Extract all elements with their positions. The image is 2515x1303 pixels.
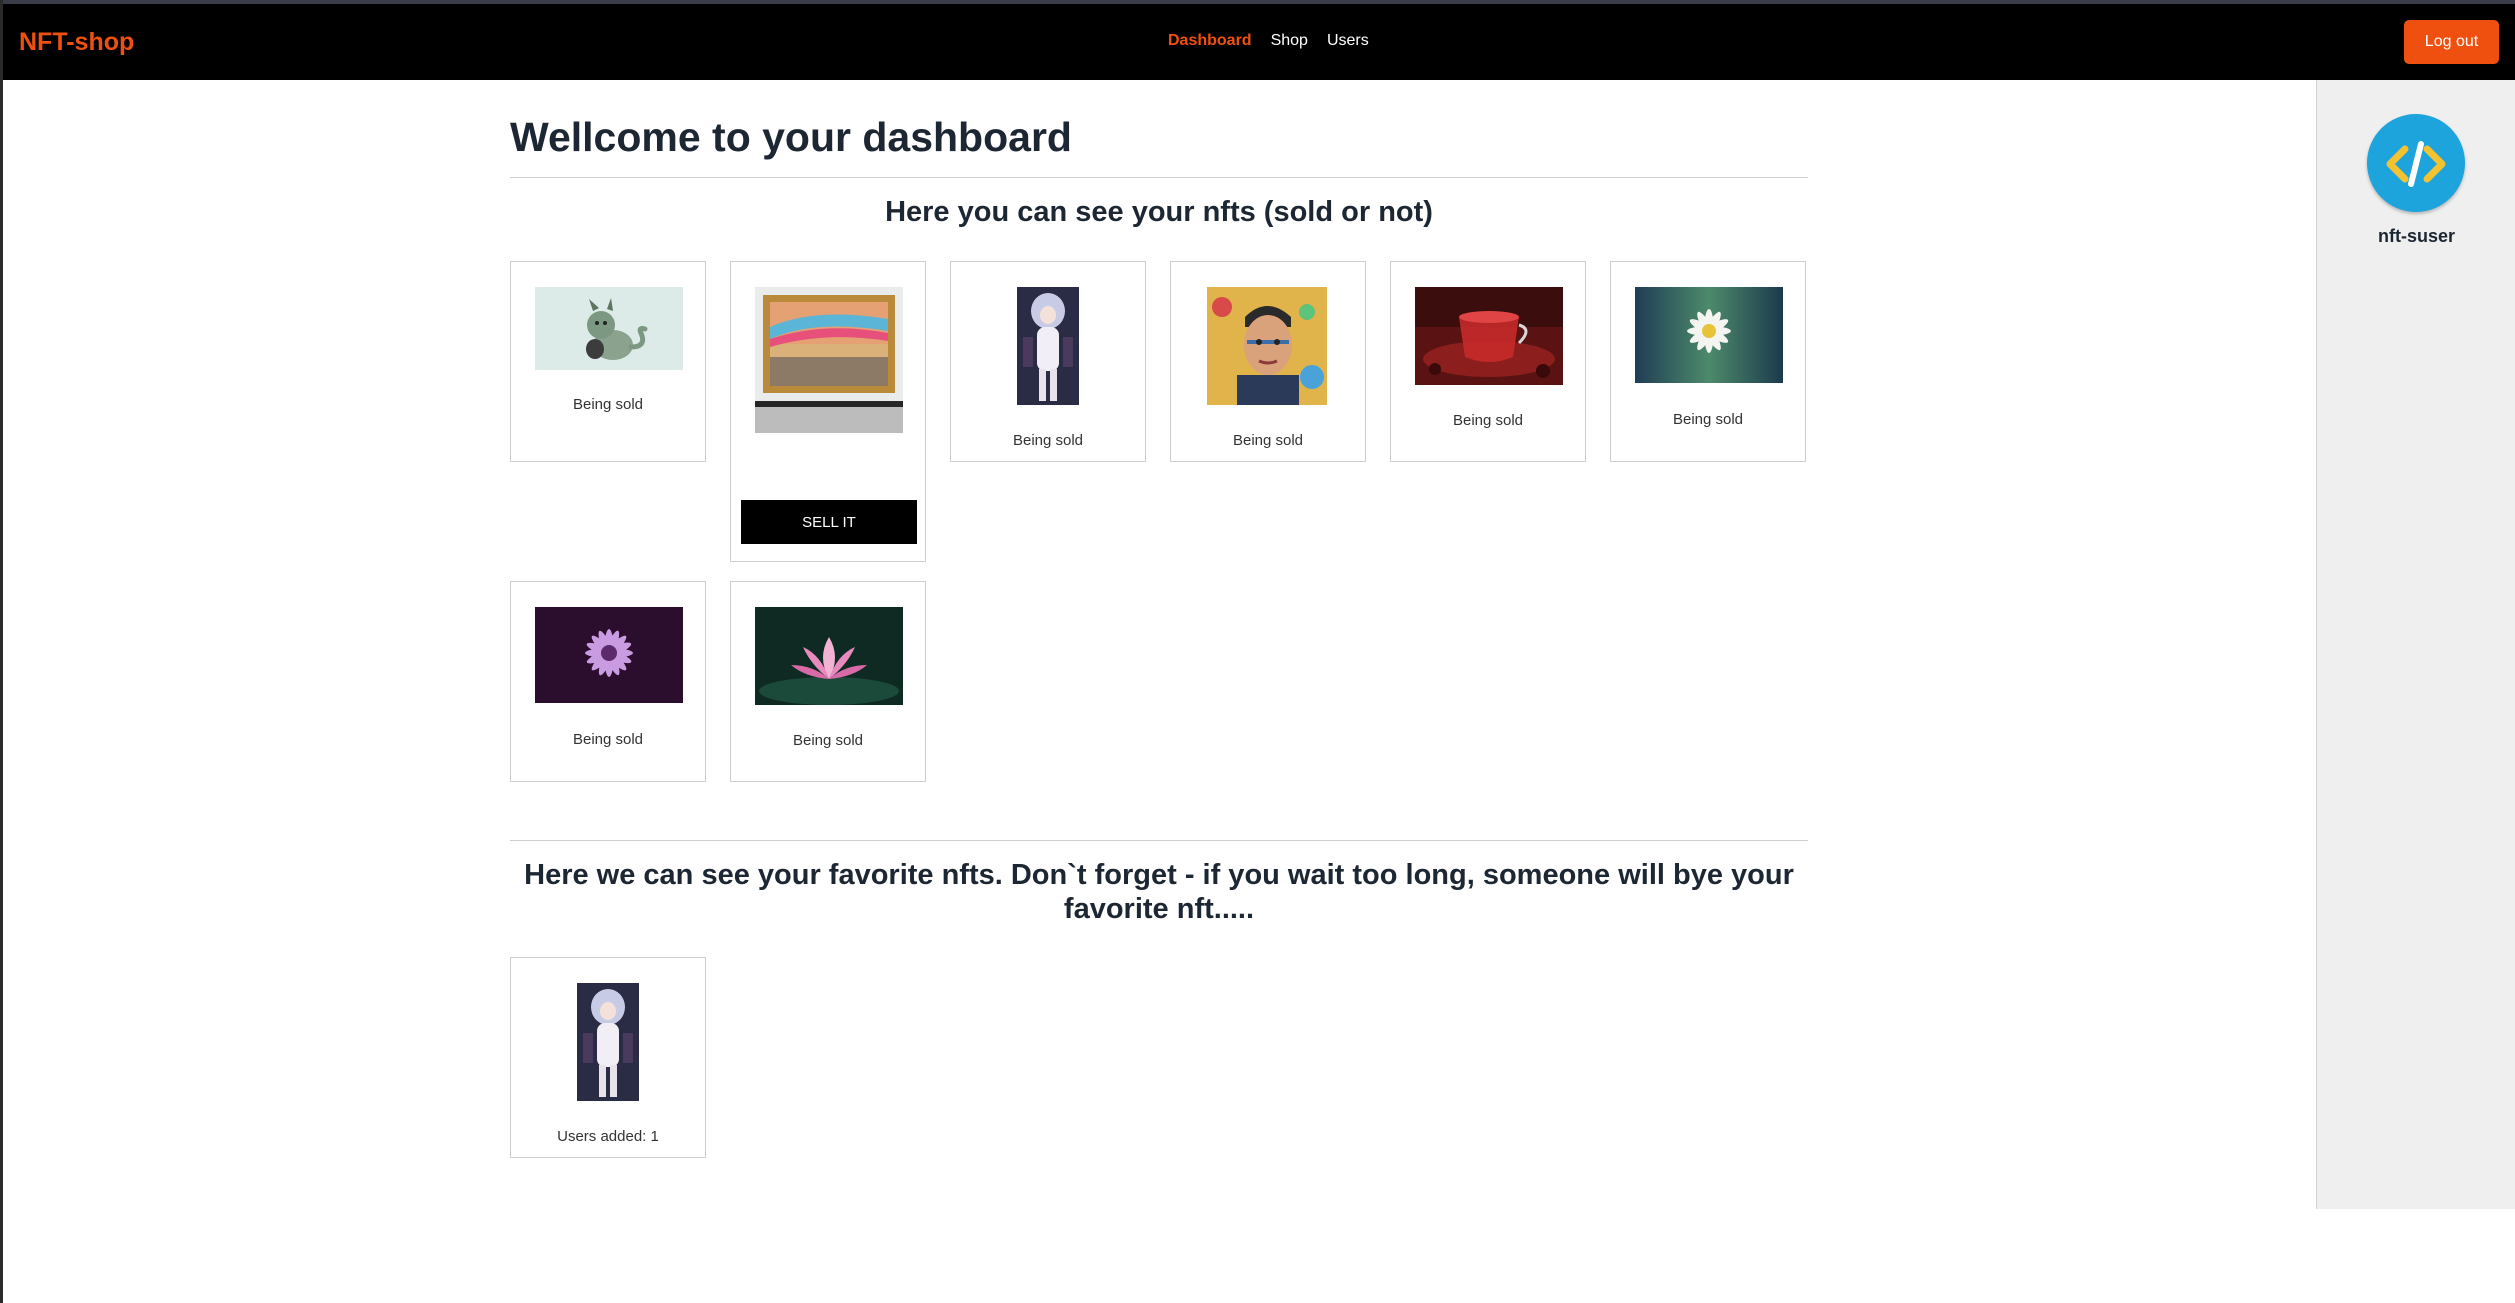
- logout-button[interactable]: Log out: [2404, 20, 2499, 64]
- nft-image-purple-daisy: [535, 607, 683, 703]
- nav-dashboard[interactable]: Dashboard: [1168, 32, 1252, 50]
- nft-status: Being sold: [572, 731, 644, 748]
- nft-card[interactable]: Being sold: [510, 581, 706, 782]
- nft-card[interactable]: Being sold: [1170, 261, 1366, 462]
- nft-image-anime-character: [1017, 287, 1079, 405]
- nft-status: Being sold: [572, 396, 644, 413]
- nft-image-pop-art-portrait: [1207, 287, 1327, 405]
- nft-image-white-daisy: [1635, 287, 1783, 383]
- nft-status: Being sold: [1452, 412, 1524, 429]
- window-left-edge: [0, 0, 3, 1303]
- nft-card[interactable]: Being sold: [730, 581, 926, 782]
- nav-users[interactable]: Users: [1327, 32, 1369, 50]
- nft-image-cat-dragon: [535, 287, 683, 370]
- avatar[interactable]: [2367, 114, 2465, 212]
- nft-card[interactable]: Being sold: [950, 261, 1146, 462]
- favorite-users-added: Users added: 1: [557, 1128, 659, 1145]
- nft-card[interactable]: Being sold: [1390, 261, 1586, 462]
- code-brackets-icon: [2386, 141, 2446, 187]
- nft-card[interactable]: SELL IT: [730, 261, 926, 562]
- nav-shop[interactable]: Shop: [1271, 32, 1308, 50]
- sell-it-button[interactable]: SELL IT: [741, 500, 917, 544]
- navbar: NFT-shop Dashboard Shop Users Log out: [3, 4, 2515, 80]
- nft-status: Being sold: [1232, 432, 1304, 449]
- favorite-nft-card[interactable]: Users added: 1: [510, 957, 706, 1158]
- favorites-section-title: Here we can see your favorite nfts. Don`…: [524, 859, 1794, 925]
- nft-image-pink-lotus: [755, 607, 903, 705]
- owned-section-title: Here you can see your nfts (sold or not): [885, 196, 1433, 228]
- nft-image-framed-painting: [755, 287, 903, 433]
- user-sidebar: nft-suser: [2316, 80, 2515, 1209]
- nft-status: Being sold: [792, 732, 864, 749]
- nft-image-red-tea-cup: [1415, 287, 1563, 385]
- nft-card[interactable]: Being sold: [1610, 261, 1806, 462]
- brand-logo[interactable]: NFT-shop: [19, 28, 134, 57]
- username: nft-suser: [2377, 226, 2455, 246]
- nft-card[interactable]: Being sold: [510, 261, 706, 462]
- title-divider: [510, 177, 1808, 178]
- nft-status: Being sold: [1012, 432, 1084, 449]
- page-title: Wellcome to your dashboard: [510, 114, 1072, 160]
- nft-image-anime-character: [577, 983, 639, 1101]
- nav-links: Dashboard Shop Users: [1168, 32, 1369, 50]
- nft-status: Being sold: [1672, 411, 1744, 428]
- favorites-divider: [510, 840, 1808, 841]
